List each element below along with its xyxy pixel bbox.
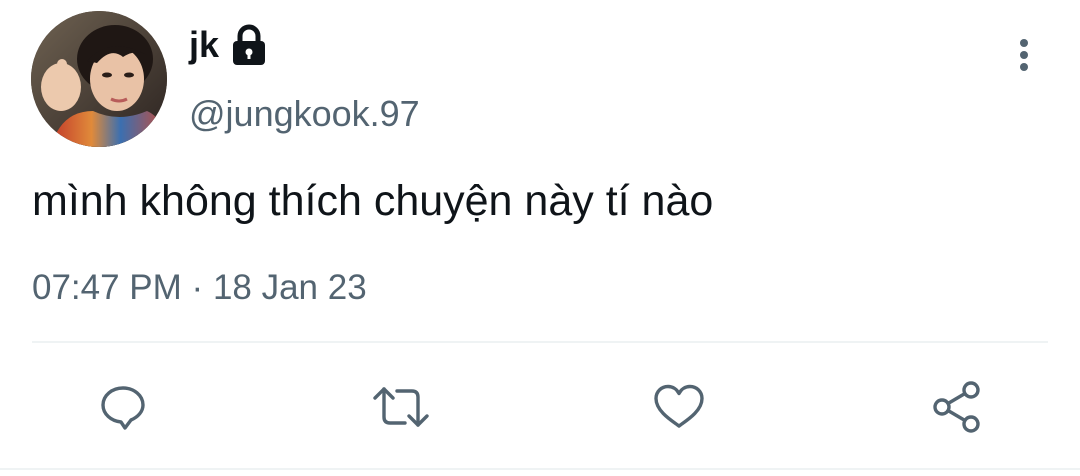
display-name[interactable]: jk xyxy=(189,22,219,68)
tweet-text: mình không thích chuyện này tí nào xyxy=(32,177,714,225)
profile-photo xyxy=(31,11,167,147)
meta-separator: · xyxy=(191,268,204,307)
share-icon xyxy=(933,381,980,433)
reply-icon xyxy=(101,386,145,430)
display-name-row: jk xyxy=(189,22,269,68)
avatar[interactable] xyxy=(31,11,167,147)
more-options-button[interactable] xyxy=(1004,32,1044,78)
tweet-time: 07:47 PM xyxy=(32,268,182,307)
tweet-date: 18 Jan 23 xyxy=(212,268,367,307)
retweet-button[interactable] xyxy=(371,377,431,437)
lock-icon xyxy=(229,23,269,67)
bottom-divider xyxy=(0,468,1080,470)
user-handle[interactable]: @jungkook.97 xyxy=(189,90,420,138)
tweet-timestamp[interactable]: 07:47 PM · 18 Jan 23 xyxy=(32,263,367,313)
divider xyxy=(32,341,1048,343)
share-button[interactable] xyxy=(927,377,987,437)
more-vertical-icon xyxy=(1020,39,1028,71)
like-button[interactable] xyxy=(649,377,709,437)
heart-icon xyxy=(654,384,704,428)
reply-button[interactable] xyxy=(93,377,153,437)
retweet-icon xyxy=(373,387,429,427)
